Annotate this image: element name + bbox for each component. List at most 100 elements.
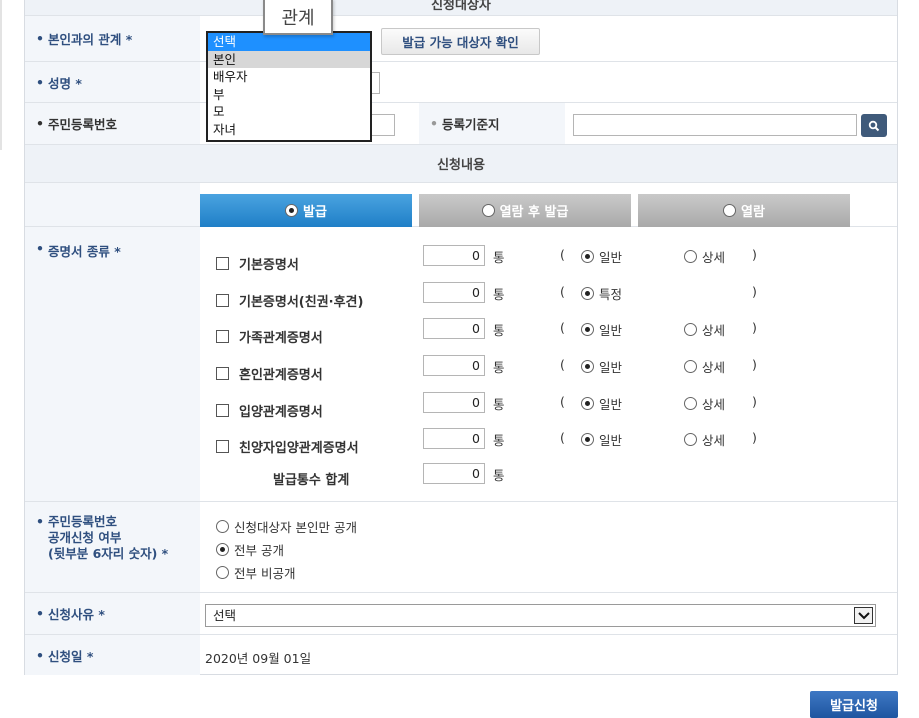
cert-opt2-radio[interactable] <box>684 250 697 263</box>
disclosure-radio-2[interactable] <box>216 543 229 556</box>
cert-opt1-label: 일반 <box>599 397 623 412</box>
chevron-down-icon[interactable] <box>854 607 873 624</box>
cert-qty-basic[interactable]: 0 <box>423 245 485 266</box>
cert-checkbox-basic-guardian[interactable] <box>216 293 229 307</box>
cert-opt2-radio[interactable] <box>684 397 697 410</box>
disclosure-row: • 주민등록번호 공개신청 여부 (뒷부분 6자리 숫자) * <box>25 502 897 593</box>
cert-name-adoption: 입양관계증명서 <box>239 404 323 420</box>
relation-option-self[interactable]: 본인 <box>208 50 370 68</box>
cert-row-family: 가족관계증명서 <box>216 326 323 346</box>
relation-option-child[interactable]: 자녀 <box>208 121 370 139</box>
disclosure-label-text: 주민등록번호 공개신청 여부 (뒷부분 6자리 숫자) * <box>48 514 168 562</box>
reason-select-value: 선택 <box>213 608 237 623</box>
disclosure-option-none[interactable]: 전부 비공개 <box>216 563 295 582</box>
cert-unit-family: 통 <box>493 323 505 338</box>
cert-checkbox-full-adoption[interactable] <box>216 439 229 453</box>
tab-view[interactable]: 열람 <box>638 194 850 227</box>
total-qty: 0 <box>423 463 485 484</box>
cert-opt2-label: 상세 <box>702 360 726 375</box>
cert-opt2-family[interactable]: 상세 <box>684 320 725 339</box>
cert-opt1-radio[interactable] <box>581 433 594 446</box>
cert-checkbox-basic[interactable] <box>216 256 229 270</box>
relation-option-mother[interactable]: 모 <box>208 103 370 121</box>
cert-opt1-label: 특정 <box>599 287 623 302</box>
cert-opt1-basic-guardian[interactable]: 특정 <box>581 284 622 303</box>
cert-opt2-basic[interactable]: 상세 <box>684 247 725 266</box>
reason-label-text: 신청사유 * <box>48 607 105 622</box>
cert-opt1-adoption[interactable]: 일반 <box>581 394 622 413</box>
cert-name-full-adoption: 친양자입양관계증명서 <box>239 440 359 456</box>
cert-qty-full-adoption[interactable]: 0 <box>423 428 485 449</box>
disclosure-radio-3[interactable] <box>216 566 229 579</box>
tab-issue-label: 발급 <box>303 205 327 220</box>
cert-unit-adoption: 통 <box>493 397 505 412</box>
disclosure-label-line1: 주민등록번호 <box>48 514 118 529</box>
cert-opt1-marriage[interactable]: 일반 <box>581 357 622 376</box>
reg-base-label: • 등록기준지 <box>419 103 565 144</box>
cert-opt2-radio[interactable] <box>684 433 697 446</box>
cert-opt1-label: 일반 <box>599 360 623 375</box>
cert-qty-family[interactable]: 0 <box>423 318 485 339</box>
cert-opt1-basic[interactable]: 일반 <box>581 247 622 266</box>
check-eligible-button[interactable]: 발급 가능 대상자 확인 <box>381 28 540 55</box>
relation-option-select[interactable]: 선택 <box>208 33 370 51</box>
cert-qty-basic-guardian[interactable]: 0 <box>423 282 485 303</box>
name-row: • 성명 * <box>25 62 897 103</box>
section-header-applicant: 신청대상자 <box>25 0 897 16</box>
paren-close: ) <box>752 357 757 372</box>
cert-opt2-adoption[interactable]: 상세 <box>684 394 725 413</box>
cert-opt2-full-adoption[interactable]: 상세 <box>684 430 725 449</box>
reg-base-label-text: 등록기준지 <box>442 117 500 132</box>
reason-label: • 신청사유 * <box>25 593 200 634</box>
cert-unit-basic: 통 <box>493 250 505 265</box>
cert-name-family: 가족관계증명서 <box>239 330 323 346</box>
cert-qty-adoption[interactable]: 0 <box>423 392 485 413</box>
tab-issue[interactable]: 발급 <box>200 194 412 227</box>
cert-name-basic-guardian: 기본증명서(친권·후견) <box>239 294 364 310</box>
cert-opt2-radio[interactable] <box>684 360 697 373</box>
date-label-text: 신청일 * <box>48 648 94 664</box>
disclosure-option-all[interactable]: 전부 공개 <box>216 540 284 559</box>
paren-close: ) <box>752 320 757 335</box>
tab-view-then-issue-radio <box>481 204 495 217</box>
name-label-text: 성명 * <box>48 75 82 91</box>
cert-opt2-label: 상세 <box>702 250 726 265</box>
cert-opt1-family[interactable]: 일반 <box>581 320 622 339</box>
cert-row-adoption: 입양관계증명서 <box>216 400 323 420</box>
disclosure-option-2-label: 전부 공개 <box>234 543 284 558</box>
disclosure-radio-1[interactable] <box>216 520 229 533</box>
paren-open: ( <box>560 320 565 335</box>
rrn-input[interactable] <box>370 114 395 136</box>
cert-opt1-full-adoption[interactable]: 일반 <box>581 430 622 449</box>
paren-open: ( <box>560 284 565 299</box>
tab-view-then-issue[interactable]: 열람 후 발급 <box>419 194 631 227</box>
cert-opt1-radio[interactable] <box>581 397 594 410</box>
cert-opt2-label: 상세 <box>702 397 726 412</box>
section-title-applicant: 신청대상자 <box>431 0 491 13</box>
submit-button[interactable]: 발급신청 <box>810 691 898 718</box>
cert-checkbox-family[interactable] <box>216 329 229 343</box>
search-button[interactable] <box>861 114 887 137</box>
cert-row-marriage: 혼인관계증명서 <box>216 363 323 383</box>
cert-opt1-label: 일반 <box>599 323 623 338</box>
cert-checkbox-marriage[interactable] <box>216 366 229 380</box>
cert-opt1-radio[interactable] <box>581 323 594 336</box>
relation-option-spouse[interactable]: 배우자 <box>208 68 370 86</box>
cert-opt2-marriage[interactable]: 상세 <box>684 357 725 376</box>
cert-opt1-radio[interactable] <box>581 360 594 373</box>
reg-base-input[interactable] <box>573 114 857 136</box>
relation-option-father[interactable]: 부 <box>208 86 370 104</box>
cert-opt2-radio[interactable] <box>684 323 697 336</box>
paren-close: ) <box>752 284 757 299</box>
cert-qty-marriage[interactable]: 0 <box>423 355 485 376</box>
disclosure-option-self-only[interactable]: 신청대상자 본인만 공개 <box>216 517 357 536</box>
section-title-content: 신청내용 <box>437 158 485 173</box>
reason-select[interactable]: 선택 <box>205 604 876 627</box>
disclosure-label: • 주민등록번호 공개신청 여부 (뒷부분 6자리 숫자) * <box>25 502 200 592</box>
cert-opt1-radio[interactable] <box>581 250 594 263</box>
cert-opt1-radio[interactable] <box>581 287 594 300</box>
relation-listbox[interactable]: 선택 본인 배우자 부 모 자녀 <box>206 31 372 142</box>
tab-view-then-issue-label: 열람 후 발급 <box>499 205 569 220</box>
total-label: 발급통수 합계 <box>273 472 350 488</box>
cert-checkbox-adoption[interactable] <box>216 403 229 417</box>
